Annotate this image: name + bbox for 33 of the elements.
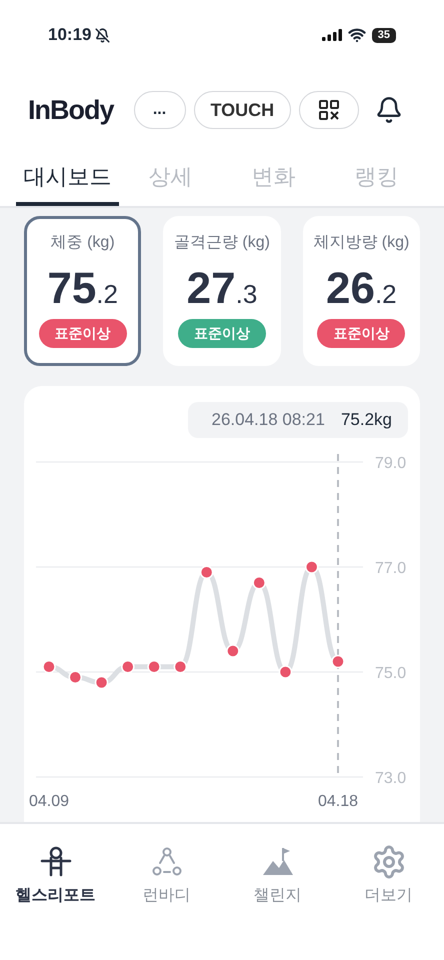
qr-icon (319, 100, 340, 120)
metric-value: 26.2 (326, 267, 397, 311)
more-button[interactable]: ... (134, 91, 186, 129)
status-badge: 표준이상 (178, 319, 266, 348)
x-axis-label: 04.18 (318, 793, 358, 810)
battery-indicator: 35 (372, 28, 396, 42)
wifi-icon (348, 26, 366, 44)
status-badge: 표준이상 (38, 319, 127, 348)
tooltip-value: 75.2kg (340, 409, 392, 432)
signal-icon (322, 29, 342, 41)
x-axis-label: 04.09 (28, 793, 70, 810)
metric-value: 75.2 (47, 267, 118, 311)
nav-tab[interactable]: 헬스리포트 (0, 844, 111, 924)
y-axis-label: 75.0 (375, 665, 406, 682)
bell-off-icon (95, 28, 110, 42)
tab[interactable]: 대시보드 (16, 150, 119, 206)
tooltip-date: 26.04.18 08:21 (212, 409, 325, 432)
logo: InBody (28, 94, 114, 127)
status-badge: 표준이상 (317, 319, 406, 348)
metric-title: 골격근량 (kg) (174, 233, 270, 253)
status-time: 10:19 (48, 24, 92, 46)
y-axis-label: 79.0 (375, 455, 406, 472)
metric-card[interactable]: 골격근량 (kg) 27.3 표준이상 (163, 216, 281, 366)
metric-card[interactable]: 체중 (kg) 75.2 표준이상 (24, 216, 142, 366)
qr-button[interactable] (299, 91, 360, 129)
metric-value: 27.3 (186, 267, 258, 311)
notification-bell-icon[interactable] (375, 96, 404, 124)
metric-card[interactable]: 체지방량 (kg) 26.2 표준이상 (302, 216, 420, 366)
touch-button[interactable]: TOUCH (194, 91, 292, 129)
y-axis-label: 77.0 (375, 560, 406, 577)
metric-title: 체중 (kg) (50, 233, 115, 253)
metric-title: 체지방량 (kg) (313, 233, 410, 253)
y-axis-label: 73.0 (375, 770, 406, 787)
